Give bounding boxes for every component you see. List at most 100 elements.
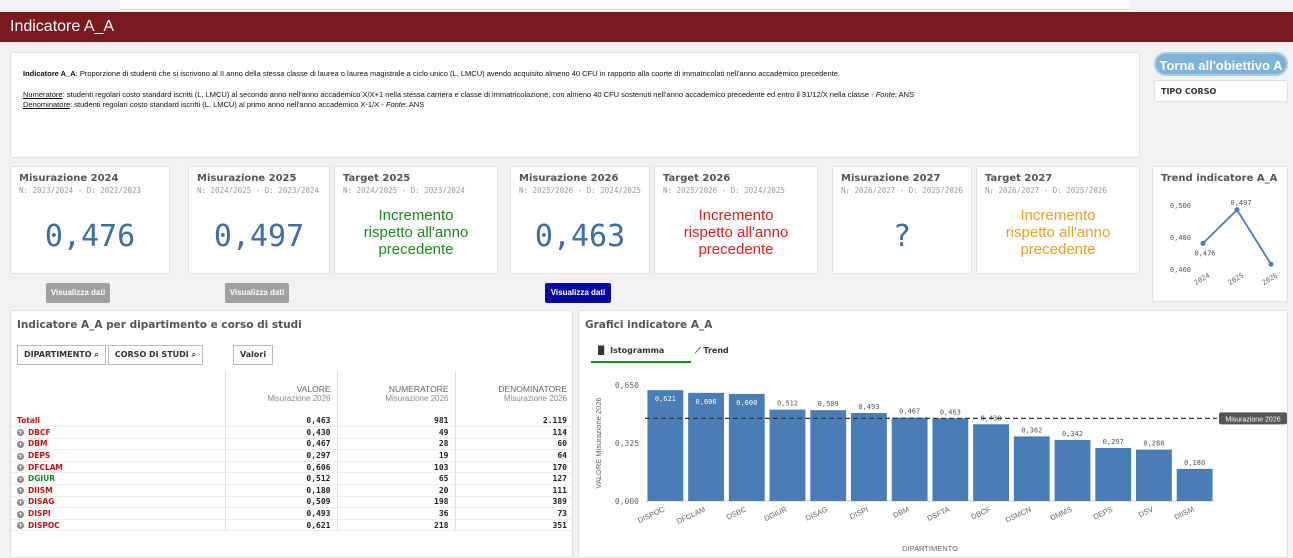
indicator-description: Indicatore A_A: Proporzione di studenti … bbox=[10, 52, 1140, 158]
numeratore-cell: 20 bbox=[336, 484, 455, 497]
bar bbox=[1095, 447, 1132, 501]
valore-cell: 0,509 bbox=[224, 496, 337, 509]
target-line-1: Incremento bbox=[378, 207, 454, 224]
department-table: VALORE Misurazione 2026 NUMERATORE Misuraz… bbox=[11, 371, 573, 532]
bar-value-label: 0,509 bbox=[818, 400, 839, 408]
corso-di-studi-filter[interactable]: CORSO DI STUDI ⌕ bbox=[107, 345, 204, 365]
numeratore-cell: 28 bbox=[336, 438, 455, 451]
numeratore-cell: 218 bbox=[336, 519, 455, 532]
y-tick-label: 0,500 bbox=[1170, 202, 1191, 210]
expand-icon[interactable]: + bbox=[17, 429, 24, 437]
expand-icon[interactable]: + bbox=[17, 510, 24, 518]
bar bbox=[1176, 468, 1213, 501]
trend-point-label: 0,497 bbox=[1230, 199, 1251, 207]
top-strip bbox=[120, 0, 1130, 10]
expand-icon[interactable]: + bbox=[17, 440, 24, 448]
denominatore-cell: 2.119 bbox=[454, 415, 573, 428]
target-text: Incremento rispetto all'anno precedente bbox=[655, 207, 817, 258]
kpi-value: 0,463 bbox=[534, 219, 626, 254]
target-line-1: Incremento bbox=[698, 207, 774, 224]
table-row[interactable]: + DEPS 0,297 19 64 bbox=[11, 449, 573, 462]
expand-icon[interactable]: + bbox=[17, 464, 24, 472]
x-tick-label: DMMS bbox=[1049, 505, 1074, 523]
back-to-objective-button[interactable]: Torna all'obiettivo A bbox=[1154, 52, 1288, 76]
corso-di-studi-label: CORSO DI STUDI bbox=[114, 350, 189, 359]
filter-bar: DIPARTIMENTO ⌕ CORSO DI STUDI ⌕ bbox=[17, 345, 204, 365]
numeratore-column-header: NUMERATORE Misurazione 2026 bbox=[336, 371, 455, 415]
bar bbox=[973, 424, 1009, 501]
tipo-corso-filter[interactable]: TIPO CORSO bbox=[1154, 80, 1288, 102]
trend-point bbox=[1234, 207, 1240, 213]
kpi-title: Target 2027 bbox=[985, 173, 1053, 184]
row-label: + DIISM bbox=[11, 484, 225, 497]
kpi-subtitle: N: 2024/2025 - D: 2023/2024 bbox=[343, 186, 465, 195]
trend-card: Trend indicatore A_A 0,460 0,480 0,500 0,47… bbox=[1152, 166, 1288, 302]
kpi-misurazione-2024: Misurazione 2024 N: 2023/2024 - D: 2022/… bbox=[10, 166, 170, 274]
table-row[interactable]: + DIISM 0,180 20 111 bbox=[11, 484, 573, 497]
bar-chart-icon: ▐▌ bbox=[595, 346, 608, 355]
expand-icon[interactable]: + bbox=[17, 522, 24, 530]
denominatore-cell: 73 bbox=[454, 507, 573, 520]
bar-value-label: 0,606 bbox=[696, 398, 717, 406]
expand-icon[interactable]: + bbox=[17, 452, 24, 460]
table-row[interactable]: + DBCF 0,430 49 114 bbox=[11, 426, 573, 439]
num-fonte: Fonte bbox=[875, 89, 895, 99]
denominatore-cell: 114 bbox=[454, 426, 573, 439]
den-src: : ANS bbox=[405, 100, 425, 109]
visualizza-dati-2026-button[interactable]: Visualizza dati bbox=[545, 283, 611, 303]
bar-value-label: 0,288 bbox=[1143, 440, 1164, 448]
valore-cell: 0,297 bbox=[224, 449, 337, 462]
bar bbox=[728, 393, 765, 501]
x-tick-label: 2025 bbox=[1227, 272, 1246, 287]
header-main: DENOMINATORE bbox=[498, 383, 567, 394]
table-row[interactable]: + DBM 0,467 28 60 bbox=[11, 438, 573, 451]
trend-point bbox=[1268, 261, 1274, 267]
dipartimento-filter[interactable]: DIPARTIMENTO ⌕ bbox=[17, 345, 106, 365]
denominatore-cell: 60 bbox=[454, 438, 573, 451]
y-tick-label: 0,325 bbox=[615, 439, 639, 448]
page-title: Indicatore A_A bbox=[0, 12, 1293, 42]
x-tick-label: DSMCN bbox=[1004, 505, 1033, 525]
x-tick-label: DSFTA bbox=[926, 505, 952, 523]
table-row[interactable]: + DISPI 0,493 36 73 bbox=[11, 507, 573, 520]
table-row[interactable]: + DGIUR 0,512 65 127 bbox=[11, 472, 573, 486]
valori-button[interactable]: Valori bbox=[233, 345, 274, 365]
bar bbox=[1054, 439, 1091, 501]
numeratore-cell: 36 bbox=[336, 507, 455, 520]
visualizza-dati-2025-button[interactable]: Visualizza dati bbox=[225, 283, 289, 303]
header-main: NUMERATORE bbox=[388, 383, 449, 394]
expand-icon[interactable]: + bbox=[17, 487, 24, 495]
table-header-row: VALORE Misurazione 2026 NUMERATORE Misuraz… bbox=[11, 371, 573, 415]
target-line-2: rispetto all'anno bbox=[363, 224, 469, 241]
row-label-text: DGIUR bbox=[28, 474, 56, 484]
expand-icon[interactable]: + bbox=[17, 475, 24, 483]
table-row[interactable]: + DFCLAM 0,606 103 170 bbox=[11, 461, 573, 474]
num-src: : ANS bbox=[894, 89, 915, 99]
x-tick-label: 2026 bbox=[1261, 272, 1280, 287]
kpi-subtitle: N: 2026/2027 - D: 2025/2026 bbox=[985, 186, 1107, 195]
row-label: Totali bbox=[11, 415, 225, 428]
search-icon: ⌕ bbox=[191, 350, 197, 359]
kpi-value: 0,497 bbox=[213, 219, 305, 254]
numeratore-cell: 198 bbox=[336, 496, 455, 509]
bar-value-label: 0,180 bbox=[1184, 459, 1205, 467]
bar-chart: 0,000 0,325 0,650 VALORE Misurazione 2026 0,… bbox=[594, 381, 1287, 553]
table-row[interactable]: Totali 0,463 981 2.119 bbox=[11, 415, 573, 428]
dipartimento-label: DIPARTIMENTO bbox=[24, 350, 92, 359]
expand-icon[interactable]: + bbox=[17, 498, 24, 506]
visualizza-dati-2024-button[interactable]: Visualizza dati bbox=[46, 283, 110, 303]
bar-value-label: 0,467 bbox=[899, 408, 920, 416]
target-line-2: rispetto all'anno bbox=[1005, 224, 1111, 241]
denominatore-cell: 351 bbox=[454, 519, 573, 532]
tab-trend[interactable]: ⟋ Trend bbox=[691, 345, 791, 363]
kpi-title: Target 2026 bbox=[663, 173, 731, 184]
y-tick-label: 0,480 bbox=[1170, 234, 1191, 242]
header-sub: Misurazione 2026 bbox=[503, 393, 567, 403]
bar bbox=[810, 410, 847, 501]
bar-value-label: 0,512 bbox=[777, 400, 798, 408]
tab-istogramma[interactable]: ▐▌ Istogramma bbox=[591, 345, 691, 363]
table-row[interactable]: + DISAG 0,509 198 389 bbox=[11, 496, 573, 509]
table-row[interactable]: + DISPOC 0,621 218 351 bbox=[11, 519, 573, 532]
chart-tabs: ▐▌ Istogramma ⟋ Trend bbox=[591, 345, 791, 363]
trend-point bbox=[1200, 240, 1206, 246]
